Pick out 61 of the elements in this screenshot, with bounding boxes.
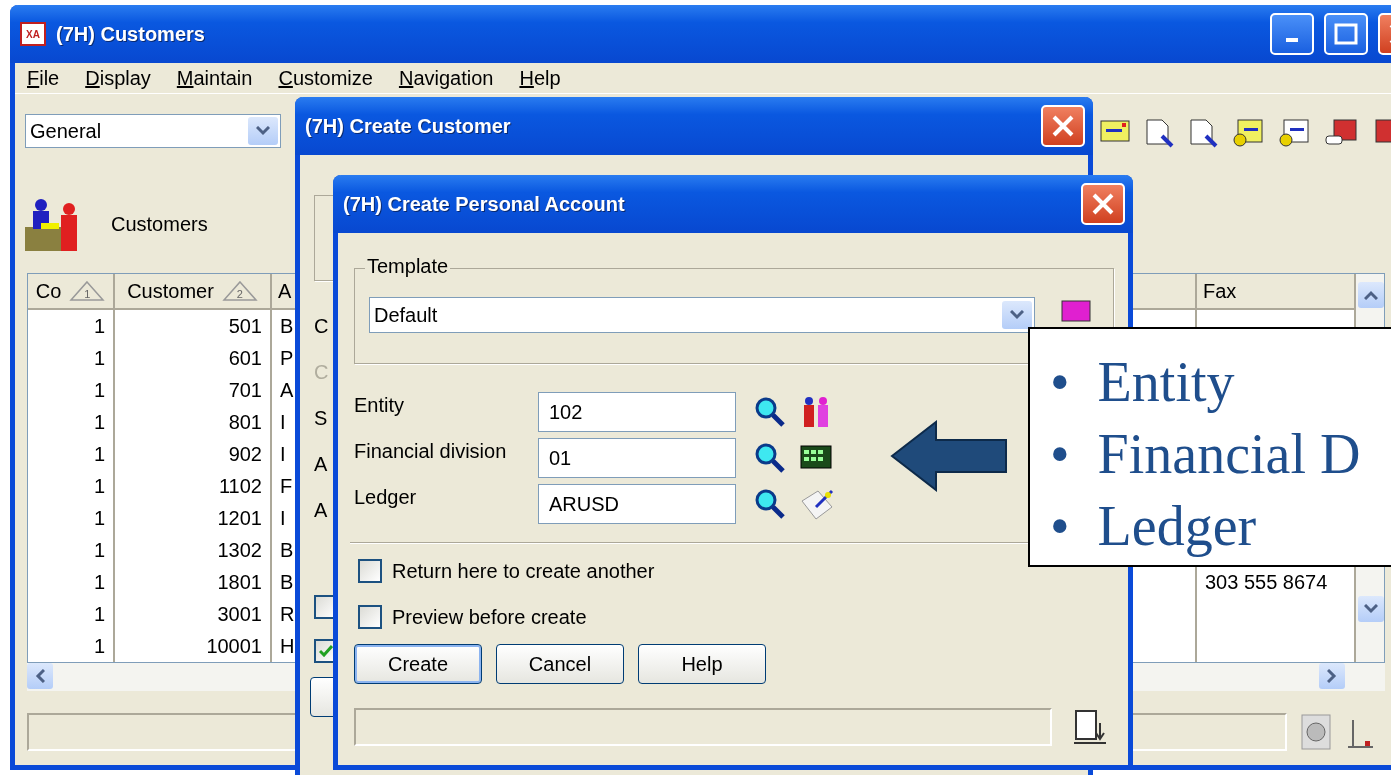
menu-item[interactable]: Navigation <box>398 66 494 90</box>
menu-item[interactable]: File <box>27 66 60 90</box>
input-field[interactable]: 102 <box>538 392 736 432</box>
bullet-text: Financial D <box>1097 422 1361 487</box>
dialog-button[interactable]: Help <box>638 644 766 684</box>
table-cell: 1102 <box>115 470 272 502</box>
window-title: (7H) Customers <box>56 22 206 46</box>
sort-indicator: 1 <box>69 280 106 302</box>
menu-item[interactable]: Maintain <box>176 66 253 90</box>
table-cell: 1 <box>28 438 115 470</box>
table-cell: 1 <box>28 502 115 534</box>
dialog-button[interactable]: Cancel <box>496 644 624 684</box>
field-label: Ledger <box>354 485 418 509</box>
section-title: Customers <box>111 213 208 236</box>
field-label: C <box>314 360 329 384</box>
field-label: A <box>314 452 328 476</box>
menu-item[interactable]: Customize <box>278 66 373 90</box>
table-cell: 801 <box>115 406 272 438</box>
table-cell: 701 <box>115 374 272 406</box>
input-field[interactable]: ARUSD <box>538 484 736 524</box>
bullet-marker: • <box>1050 422 1070 487</box>
table-cell: 1 <box>28 534 115 566</box>
bullet-marker: • <box>1050 494 1070 559</box>
input-field[interactable]: 01 <box>538 438 736 478</box>
group-label: Template <box>365 255 451 278</box>
table-cell: 1 <box>28 310 115 342</box>
table-cell: 1201 <box>115 502 272 534</box>
field-label: Entity <box>354 393 406 417</box>
app-icon: XA <box>20 22 46 46</box>
column-header[interactable]: Co 1 <box>28 274 115 310</box>
bullet-marker: • <box>1050 350 1070 415</box>
table-cell: 601 <box>115 342 272 374</box>
field-label: S <box>314 406 328 430</box>
menu-item[interactable]: Help <box>519 66 561 90</box>
column-header[interactable]: Customer 2 <box>115 274 272 310</box>
dialog-title: (7H) Create Customer <box>305 114 512 138</box>
table-cell: 902 <box>115 438 272 470</box>
template-dropdown[interactable]: Default <box>369 297 1035 333</box>
dialog-title: (7H) Create Personal Account <box>343 192 626 216</box>
field-label: Financial division <box>354 439 508 463</box>
table-cell: 3001 <box>115 598 272 630</box>
dialog-button[interactable]: Create <box>354 644 482 684</box>
table-cell: 1 <box>28 566 115 598</box>
checkbox-label: Return here to create another <box>392 559 655 583</box>
field-label: C <box>314 314 329 338</box>
table-cell: 1 <box>28 470 115 502</box>
column-header[interactable]: Fax <box>1197 274 1356 310</box>
table-cell: 1 <box>28 374 115 406</box>
sort-indicator: 2 <box>221 280 258 302</box>
table-cell: 1302 <box>115 534 272 566</box>
view-dropdown[interactable]: General <box>25 114 281 148</box>
menu-item[interactable]: Display <box>85 66 151 90</box>
table-cell: 1801 <box>115 566 272 598</box>
table-cell: 501 <box>115 310 272 342</box>
bullet-text: Entity <box>1097 350 1235 415</box>
table-cell: 1 <box>28 598 115 630</box>
checkbox-label: Preview before create <box>392 605 587 629</box>
field-label: A <box>314 498 328 522</box>
table-cell: 1 <box>28 342 115 374</box>
table-cell: 1 <box>28 406 115 438</box>
bullet-text: Ledger <box>1097 494 1257 559</box>
